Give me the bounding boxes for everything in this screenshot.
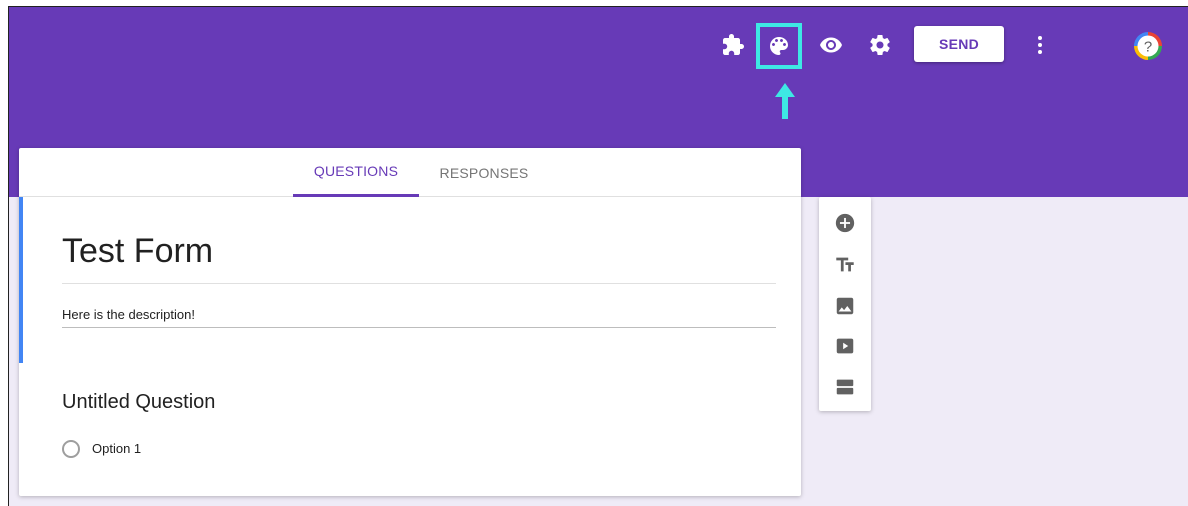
section-icon[interactable]	[833, 375, 857, 399]
active-section-accent	[19, 197, 23, 363]
side-toolbar	[819, 197, 871, 411]
send-button[interactable]: SEND	[914, 26, 1004, 62]
form-card: QUESTIONS RESPONSES Test Form Here is th…	[19, 148, 801, 496]
tab-responses[interactable]: RESPONSES	[429, 148, 539, 197]
form-header-section[interactable]: Test Form Here is the description!	[19, 197, 801, 363]
help-icon[interactable]: ?	[1133, 31, 1163, 61]
form-title[interactable]: Test Form	[62, 231, 213, 271]
eye-icon[interactable]	[817, 31, 845, 59]
text-icon[interactable]	[833, 253, 857, 277]
question-title[interactable]: Untitled Question	[62, 391, 215, 414]
description-underline	[62, 327, 776, 328]
more-vert-icon[interactable]	[1026, 31, 1054, 59]
add-circle-icon[interactable]	[833, 211, 857, 235]
title-underline	[62, 283, 776, 284]
up-arrow-icon	[775, 83, 795, 119]
tab-questions[interactable]: QUESTIONS	[293, 148, 419, 197]
option-label[interactable]: Option 1	[92, 441, 141, 456]
image-icon[interactable]	[833, 294, 857, 318]
video-icon[interactable]	[833, 334, 857, 358]
svg-text:?: ?	[1144, 39, 1152, 56]
tab-bar: QUESTIONS RESPONSES	[19, 148, 801, 197]
puzzle-icon[interactable]	[719, 31, 747, 59]
gear-icon[interactable]	[866, 31, 894, 59]
app-frame: SEND ? QUESTIONS RESPONSES Test Form Her…	[8, 6, 1188, 506]
palette-icon[interactable]	[765, 32, 793, 60]
form-description[interactable]: Here is the description!	[62, 307, 195, 322]
option-radio[interactable]	[62, 440, 80, 458]
